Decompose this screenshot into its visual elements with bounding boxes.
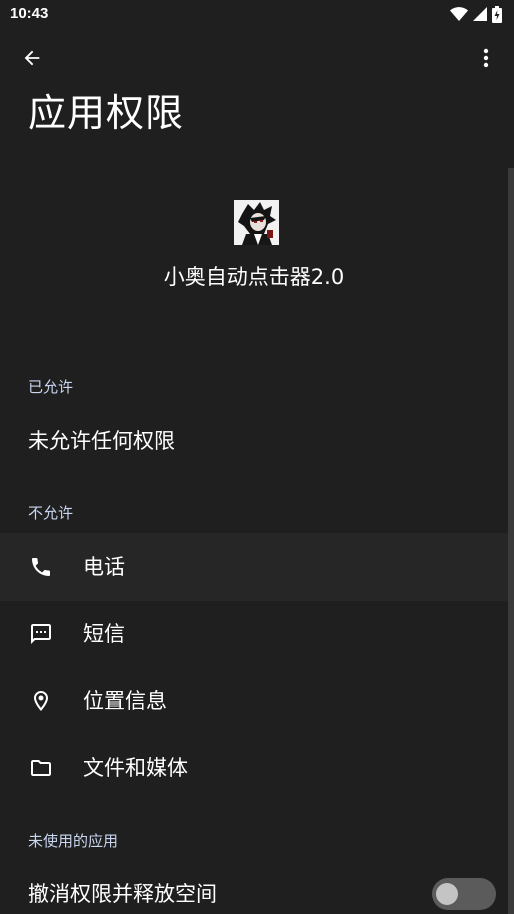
- page-title: 应用权限: [28, 91, 185, 135]
- more-vert-icon: [474, 46, 498, 74]
- permission-item-sms[interactable]: 短信: [0, 600, 508, 668]
- permission-label: 短信: [83, 622, 125, 646]
- scrollbar[interactable]: [508, 168, 514, 914]
- battery-charging-icon: [492, 5, 502, 23]
- permission-label: 电话: [83, 555, 125, 579]
- permission-item-location[interactable]: 位置信息: [0, 667, 508, 735]
- permission-label: 位置信息: [83, 689, 167, 713]
- section-header-unused-apps: 未使用的应用: [28, 832, 119, 850]
- phone-icon: [27, 553, 55, 581]
- signal-icon: [473, 7, 487, 21]
- app-permissions-screen: 10:43 应用权限 小奥自动点击器2.0 已允许 未允许任何权限 不允许 电话…: [0, 0, 514, 914]
- section-header-denied: 不允许: [28, 504, 74, 522]
- permission-item-phone[interactable]: 电话: [0, 533, 508, 601]
- status-bar: 10:43: [0, 0, 514, 30]
- wifi-icon: [450, 7, 468, 21]
- revoke-permissions-label: 撤消权限并释放空间: [28, 882, 217, 906]
- more-options-button[interactable]: [466, 40, 506, 80]
- section-header-allowed: 已允许: [28, 378, 74, 396]
- no-permissions-allowed-text: 未允许任何权限: [28, 429, 175, 453]
- permission-label: 文件和媒体: [83, 756, 188, 780]
- revoke-permissions-toggle[interactable]: [432, 878, 496, 910]
- toggle-knob: [436, 883, 458, 905]
- folder-icon: [27, 754, 55, 782]
- status-icons: [450, 5, 502, 23]
- permission-item-files-media[interactable]: 文件和媒体: [0, 734, 508, 802]
- app-icon: [234, 200, 279, 245]
- app-name: 小奥自动点击器2.0: [163, 265, 345, 289]
- status-time: 10:43: [10, 5, 49, 22]
- sms-icon: [27, 620, 55, 648]
- back-button[interactable]: [12, 40, 52, 80]
- location-icon: [27, 687, 55, 715]
- arrow-back-icon: [21, 47, 43, 73]
